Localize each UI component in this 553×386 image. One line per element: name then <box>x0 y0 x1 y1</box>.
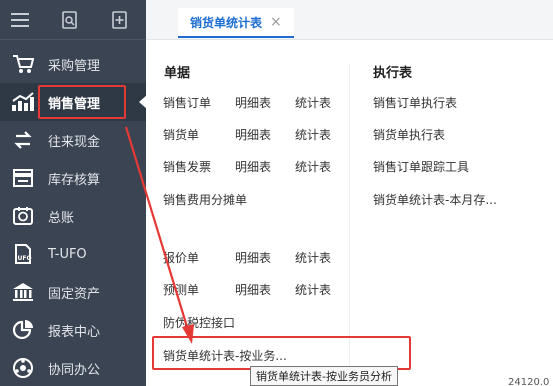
sidebar-item-label: 采购管理 <box>48 58 101 74</box>
sidebar-item-assets[interactable]: 固定资产 <box>0 273 146 311</box>
search-doc-icon[interactable] <box>50 0 90 40</box>
link-expense-allocation[interactable]: 销售费用分摊单 <box>163 191 247 208</box>
sidebar-item-label: 总账 <box>48 210 75 226</box>
tooltip: 销货单统计表-按业务员分析 <box>250 366 398 386</box>
tab-bar: 销货单统计表 × <box>146 0 553 40</box>
sidebar-item-inventory[interactable]: 库存核算 <box>0 159 146 197</box>
sidebar-item-label: 报表中心 <box>48 324 101 340</box>
add-doc-icon[interactable] <box>100 0 140 40</box>
menu-icon[interactable] <box>0 0 40 40</box>
link-delivery-stats-month[interactable]: 销货单统计表-本月存... <box>373 191 497 208</box>
cart-icon <box>10 53 36 75</box>
sidebar-item-purchase[interactable]: 采购管理 <box>0 45 146 83</box>
link-invoice-stats[interactable]: 统计表 <box>295 158 331 175</box>
ledger-icon <box>10 205 36 227</box>
link-forecast-detail[interactable]: 明细表 <box>235 281 271 298</box>
link-sales-order-detail[interactable]: 明细表 <box>235 94 271 111</box>
svg-text:UFO: UFO <box>18 255 32 262</box>
link-delivery[interactable]: 销货单 <box>163 126 199 143</box>
highlight-box <box>38 85 126 119</box>
link-sales-order[interactable]: 销售订单 <box>163 94 211 111</box>
link-delivery-execution[interactable]: 销货单执行表 <box>373 126 445 143</box>
link-forecast-stats[interactable]: 统计表 <box>295 281 331 298</box>
partial-value: 24120.0 <box>508 377 550 386</box>
sidebar-item-cash[interactable]: 往来现金 <box>0 121 146 159</box>
ufo-icon: UFO <box>10 243 36 265</box>
tab-sales-delivery-stats[interactable]: 销货单统计表 × <box>178 8 294 38</box>
sidebar-item-label: 库存核算 <box>48 172 101 188</box>
close-icon[interactable]: × <box>270 14 282 30</box>
link-delivery-stats[interactable]: 统计表 <box>295 126 331 143</box>
pie-chart-icon <box>10 319 36 341</box>
highlight-box <box>152 336 411 370</box>
sidebar-item-reports[interactable]: 报表中心 <box>0 311 146 349</box>
link-delivery-detail[interactable]: 明细表 <box>235 126 271 143</box>
link-invoice[interactable]: 销售发票 <box>163 158 211 175</box>
link-quote-detail[interactable]: 明细表 <box>235 249 271 266</box>
warehouse-icon <box>10 167 36 189</box>
documents-title: 单据 <box>164 66 191 81</box>
execution-title: 执行表 <box>373 66 413 81</box>
sidebar-item-collab[interactable]: 协同办公 <box>0 349 146 386</box>
sidebar-item-label: 固定资产 <box>48 286 101 302</box>
sidebar-item-sales[interactable]: 销售管理 <box>0 83 147 121</box>
sidebar-item-label: T-UFO <box>48 246 87 262</box>
exchange-icon <box>10 129 36 151</box>
sales-menu-panel: 单据 执行表 销售订单 明细表 统计表 销货单 明细表 统计表 销售发票 明细表… <box>146 40 553 386</box>
sales-chart-icon <box>10 91 36 113</box>
link-sales-order-tracking[interactable]: 销售订单跟踪工具 <box>373 158 469 175</box>
sidebar-item-tufo[interactable]: UFO T-UFO <box>0 235 146 273</box>
link-forecast[interactable]: 预测单 <box>163 281 199 298</box>
sidebar-item-label: 往来现金 <box>48 134 101 150</box>
link-sales-order-execution[interactable]: 销售订单执行表 <box>373 94 457 111</box>
sidebar: 采购管理 销售管理 往来现金 库存核算 总账 UFO T-UFO 固定资产 报表… <box>0 0 147 386</box>
bank-icon <box>10 281 36 303</box>
link-quote-stats[interactable]: 统计表 <box>295 249 331 266</box>
sidebar-item-ledger[interactable]: 总账 <box>0 197 146 235</box>
sidebar-toolbar <box>0 0 146 40</box>
sidebar-item-label: 协同办公 <box>48 362 101 378</box>
link-quote[interactable]: 报价单 <box>163 249 199 266</box>
tab-label: 销货单统计表 <box>190 15 263 30</box>
link-tax-interface[interactable]: 防伪税控接口 <box>163 314 235 331</box>
link-invoice-detail[interactable]: 明细表 <box>235 158 271 175</box>
collab-icon <box>10 357 36 379</box>
link-sales-order-stats[interactable]: 统计表 <box>295 94 331 111</box>
